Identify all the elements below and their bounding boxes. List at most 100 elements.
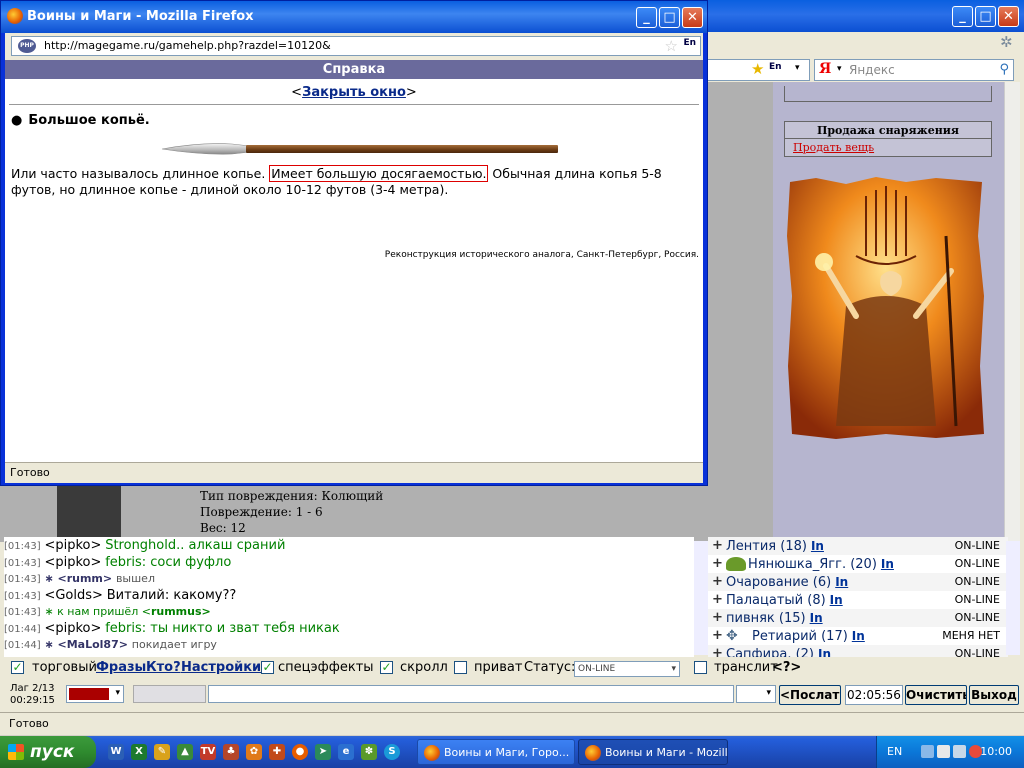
popup-url[interactable]: http://magegame.ru/gamehelp.php?razdel=1… [44, 39, 331, 52]
clear-button[interactable]: Очистить [905, 685, 967, 705]
chevron-down-icon[interactable]: ▾ [766, 688, 771, 698]
player-info-link[interactable]: In [835, 575, 848, 589]
monitor-icon[interactable] [937, 745, 950, 758]
player-row[interactable]: + ✥ Ретиарий (17) In МЕНЯ НЕТ [708, 627, 1008, 645]
private-checkbox[interactable] [454, 661, 467, 674]
paint-icon[interactable]: ✿ [246, 744, 262, 760]
player-row[interactable]: + Лентия (18) In ON-LINE [708, 537, 1008, 555]
chevron-down-icon[interactable]: ▾ [671, 662, 676, 676]
sell-item-link[interactable]: Продать вещь [785, 139, 991, 156]
gear-icon[interactable]: ✲ [1000, 33, 1013, 51]
task-label: Воины и Маги - Mozill... [605, 746, 728, 759]
close-bracket-left: < [291, 85, 303, 100]
task-popup-window[interactable]: Воины и Маги - Mozill... [578, 739, 728, 765]
chat-nick[interactable]: <pipko> [44, 538, 101, 553]
chevron-down-icon[interactable]: ▾ [115, 688, 120, 698]
word-icon[interactable]: W [108, 744, 124, 760]
message-input[interactable] [208, 685, 734, 703]
chat-scrollbar[interactable] [694, 541, 708, 655]
excel-icon[interactable]: X [131, 744, 147, 760]
icq-icon[interactable]: ✽ [361, 744, 377, 760]
players-scrollbar[interactable] [1006, 541, 1020, 655]
close-button[interactable]: ✕ [998, 6, 1019, 27]
chat-nick[interactable]: <Golds> [44, 588, 102, 603]
player-row[interactable]: + Нянюшка_Ягг. (20) In ON-LINE [708, 555, 1008, 573]
player-info-link[interactable]: In [818, 647, 831, 657]
close-window-link[interactable]: Закрыть окно [302, 85, 406, 100]
expand-icon[interactable]: + [712, 555, 723, 573]
status-select[interactable]: ON-LINE ▾ [574, 661, 680, 677]
game-icon[interactable]: ♣ [223, 744, 239, 760]
arrow-icon[interactable]: ➤ [315, 744, 331, 760]
yandex-search[interactable]: Я ▾ Яндекс ⚲ [814, 59, 1014, 81]
scroll-checkbox[interactable]: ✓ [380, 661, 393, 674]
player-row[interactable]: + Сапфира. (2) In ON-LINE [708, 645, 1008, 657]
tv-icon[interactable]: TV [200, 744, 216, 760]
send-button[interactable]: <Послать [779, 685, 841, 705]
trade-checkbox[interactable]: ✓ [11, 661, 24, 674]
player-name[interactable]: Нянюшка_Ягг. (20) [748, 557, 877, 572]
search-input[interactable]: Яндекс [849, 63, 895, 77]
chat-nick[interactable]: ∗ <MaLol87> [44, 638, 128, 651]
tool-icon[interactable]: ✚ [269, 744, 285, 760]
chat-nick[interactable]: <pipko> [44, 621, 101, 636]
expand-icon[interactable]: + [712, 609, 723, 627]
recipient-field[interactable] [133, 685, 206, 703]
chat-nick[interactable]: rummus> [151, 605, 211, 618]
skype-icon[interactable]: S [384, 744, 400, 760]
start-button[interactable]: пуск [0, 736, 96, 768]
main-address-bar[interactable]: ★ En ▾ [706, 59, 810, 81]
player-name[interactable]: Палацатый (8) [726, 593, 826, 608]
language-indicator[interactable]: EN [887, 745, 902, 758]
chevron-down-icon[interactable]: ▾ [837, 64, 842, 74]
popup-close-button[interactable]: ✕ [682, 7, 703, 28]
player-info-link[interactable]: In [830, 593, 843, 607]
pencil-icon[interactable]: ✎ [154, 744, 170, 760]
search-icon[interactable]: ⚲ [999, 62, 1009, 77]
phrases-link[interactable]: Фразы [96, 660, 146, 675]
player-row[interactable]: + Палацатый (8) In ON-LINE [708, 591, 1008, 609]
expand-icon[interactable]: + [712, 591, 723, 609]
player-name[interactable]: Ретиарий (17) [752, 629, 848, 644]
network-icon[interactable] [921, 745, 934, 758]
chat-nick[interactable]: ∗ <rumm> [44, 572, 112, 585]
player-row[interactable]: + пивняк (15) In ON-LINE [708, 609, 1008, 627]
main-vertical-scrollbar[interactable] [1004, 82, 1020, 542]
firefox-icon[interactable]: ● [292, 744, 308, 760]
popup-maximize-button[interactable]: □ [659, 7, 680, 28]
popup-address-bar[interactable]: PHP http://magegame.ru/gamehelp.php?razd… [11, 36, 701, 56]
effects-checkbox[interactable]: ✓ [261, 661, 274, 674]
ie-icon[interactable]: e [338, 744, 354, 760]
minimize-button[interactable]: _ [952, 6, 973, 27]
expand-icon[interactable]: + [712, 537, 723, 555]
player-info-link[interactable]: In [810, 611, 823, 625]
player-info-link[interactable]: In [881, 557, 894, 571]
translit-checkbox[interactable] [694, 661, 707, 674]
exit-button[interactable]: Выход [969, 685, 1019, 705]
maximize-button[interactable]: □ [975, 6, 996, 27]
popup-minimize-button[interactable]: _ [636, 7, 657, 28]
player-row[interactable]: + Очарование (6) In ON-LINE [708, 573, 1008, 591]
smiles-select[interactable]: ▾ [736, 685, 776, 703]
chat-nick[interactable]: <pipko> [44, 555, 101, 570]
expand-icon[interactable]: + [712, 627, 723, 645]
task-game-window[interactable]: Воины и Маги, Горо... [417, 739, 575, 765]
player-name[interactable]: Сапфира. (2) [726, 647, 814, 657]
who-link[interactable]: Кто? [146, 660, 181, 675]
settings-link[interactable]: Настройки [181, 660, 261, 675]
player-name[interactable]: Очарование (6) [726, 575, 831, 590]
bookmark-star-icon[interactable]: ☆ [665, 37, 678, 55]
chevron-down-icon[interactable]: ▾ [795, 63, 800, 73]
player-name[interactable]: пивняк (15) [726, 611, 806, 626]
expand-icon[interactable]: + [712, 645, 723, 657]
bookmark-star-icon[interactable]: ★ [751, 60, 764, 78]
volume-icon[interactable] [953, 745, 966, 758]
expand-icon[interactable]: + [712, 573, 723, 591]
firefox-icon [585, 745, 601, 761]
triangle-icon[interactable]: ▲ [177, 744, 193, 760]
player-info-link[interactable]: In [852, 629, 865, 643]
color-select[interactable]: ▾ [66, 685, 124, 703]
player-info-link[interactable]: In [811, 539, 824, 553]
player-name[interactable]: Лентия (18) [726, 539, 807, 554]
translit-help-link[interactable]: <?> [772, 660, 801, 675]
